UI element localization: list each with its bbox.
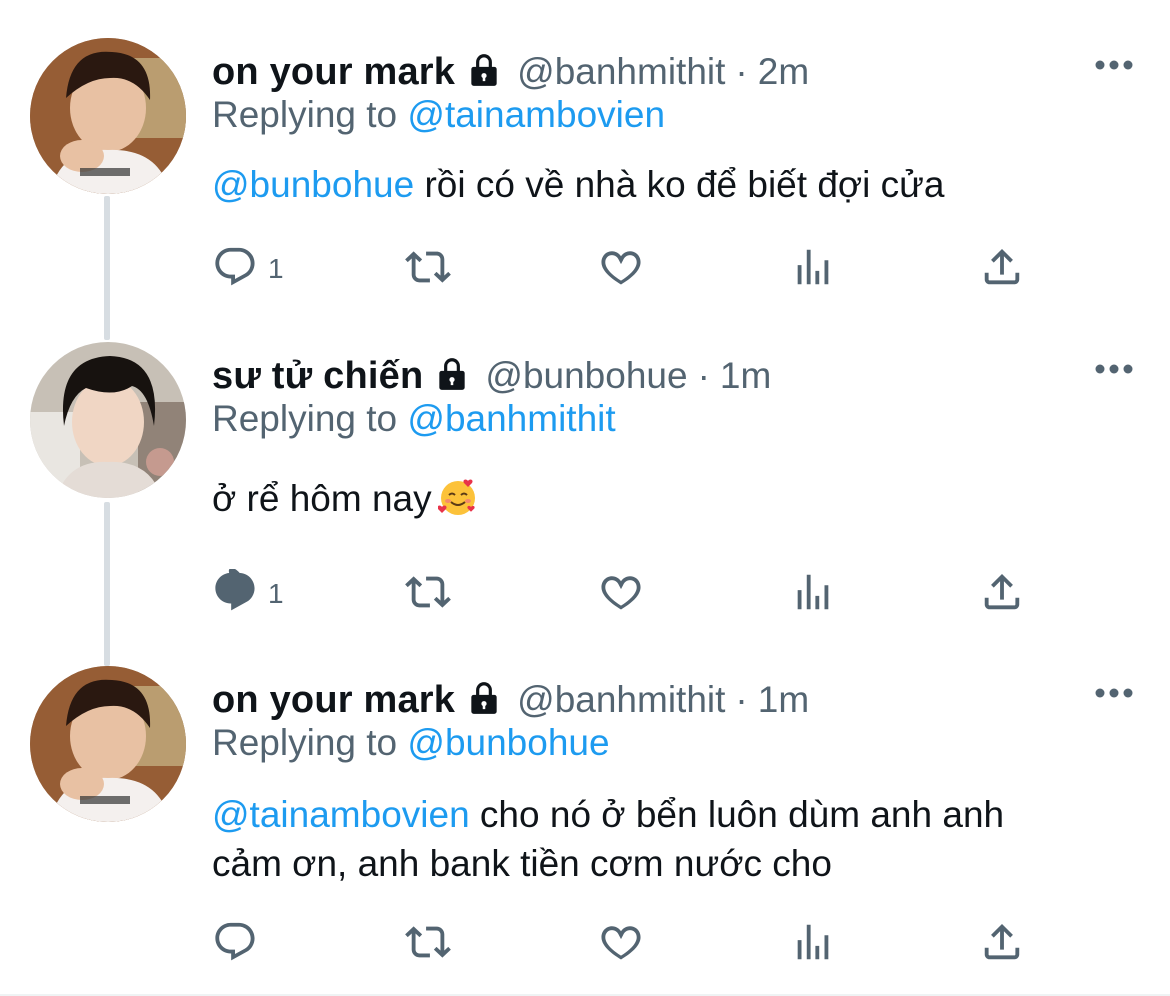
- views-button[interactable]: [790, 914, 836, 974]
- reply-button[interactable]: [212, 914, 268, 974]
- user-handle[interactable]: @bunbohue: [485, 355, 687, 397]
- share-icon: [978, 919, 1026, 970]
- replying-to-mention[interactable]: @tainambovien: [407, 94, 665, 135]
- text-line: @tainambovien cho nó ở bển luôn dùm anh …: [212, 790, 1132, 839]
- replying-to-mention[interactable]: @bunbohue: [407, 722, 609, 763]
- action-bar: [212, 914, 1062, 974]
- tweet[interactable]: on your mark @banhmithit · 2m Replying t…: [0, 38, 1170, 340]
- avatar[interactable]: [30, 342, 186, 498]
- tweet-text: @tainambovien cho nó ở bển luôn dùm anh …: [212, 790, 1132, 888]
- more-dots-icon[interactable]: [1094, 686, 1134, 705]
- separator-dot: ·: [735, 679, 748, 720]
- separator-dot: ·: [735, 51, 748, 92]
- separator-dot: ·: [697, 355, 710, 396]
- heart-icon: [596, 569, 646, 620]
- share-button[interactable]: [978, 564, 1026, 624]
- reply-button[interactable]: 1: [212, 239, 284, 299]
- text-line: cảm ơn, anh bank tiền cơm nước cho: [212, 843, 832, 884]
- timestamp[interactable]: 1m: [720, 355, 771, 397]
- replying-to-label: Replying to: [212, 398, 408, 439]
- user-handle[interactable]: @banhmithit: [517, 679, 725, 721]
- replying-to: Replying to @tainambovien: [212, 94, 665, 136]
- user-handle[interactable]: @banhmithit: [517, 51, 725, 93]
- more-dots-icon[interactable]: [1094, 58, 1134, 77]
- smiling-face-with-hearts-icon: [437, 477, 478, 529]
- tweet[interactable]: sư tử chiến @bunbohue · 1m Replying to @…: [0, 342, 1170, 666]
- reply-button[interactable]: 1: [212, 564, 284, 624]
- analytics-icon: [790, 569, 836, 620]
- reply-count: 1: [268, 578, 284, 609]
- views-button[interactable]: [790, 239, 836, 299]
- reply-icon: [212, 919, 258, 970]
- text-content: rồi có về nhà ko để biết đợi cửa: [414, 164, 945, 205]
- retweet-button[interactable]: [400, 239, 456, 299]
- replying-to: Replying to @banhmithit: [212, 398, 616, 440]
- replying-to-label: Replying to: [212, 722, 408, 763]
- share-icon: [978, 569, 1026, 620]
- heart-icon: [596, 919, 646, 970]
- share-icon: [978, 244, 1026, 295]
- display-name[interactable]: on your mark: [212, 51, 455, 94]
- display-name[interactable]: sư tử chiến: [212, 355, 423, 398]
- action-bar: 1: [212, 239, 1062, 299]
- replying-to-label: Replying to: [212, 94, 408, 135]
- views-button[interactable]: [790, 564, 836, 624]
- reply-icon: [212, 244, 258, 295]
- more-dots-icon[interactable]: [1094, 362, 1134, 381]
- retweet-icon: [400, 919, 456, 970]
- analytics-icon: [790, 919, 836, 970]
- reply-count: 1: [268, 253, 284, 284]
- retweet-icon: [400, 569, 456, 620]
- retweet-button[interactable]: [400, 564, 456, 624]
- reply-icon: [212, 567, 258, 620]
- like-button[interactable]: [596, 239, 646, 299]
- display-name[interactable]: on your mark: [212, 679, 455, 722]
- retweet-icon: [400, 244, 456, 295]
- like-button[interactable]: [596, 564, 646, 624]
- timestamp[interactable]: 1m: [758, 679, 809, 721]
- replying-to-mention[interactable]: @banhmithit: [407, 398, 615, 439]
- retweet-button[interactable]: [400, 914, 456, 974]
- lock-icon: [465, 51, 503, 94]
- analytics-icon: [790, 244, 836, 295]
- avatar[interactable]: [30, 38, 186, 194]
- action-bar: 1: [212, 564, 1062, 624]
- text-mention[interactable]: @tainambovien: [212, 794, 470, 835]
- text-content: cho nó ở bển luôn dùm anh anh: [469, 794, 1005, 835]
- lock-icon: [433, 355, 471, 398]
- heart-icon: [596, 244, 646, 295]
- share-button[interactable]: [978, 239, 1026, 299]
- lock-icon: [465, 679, 503, 722]
- like-button[interactable]: [596, 914, 646, 974]
- tweet-text: ở rể hôm nay: [212, 474, 1132, 529]
- text-content: ở rể hôm nay: [212, 478, 432, 519]
- replying-to: Replying to @bunbohue: [212, 722, 610, 764]
- avatar[interactable]: [30, 666, 186, 822]
- tweet-text: @bunbohue rồi có về nhà ko để biết đợi c…: [212, 160, 1132, 209]
- tweet[interactable]: on your mark @banhmithit · 1m Replying t…: [0, 666, 1170, 996]
- timestamp[interactable]: 2m: [758, 51, 809, 93]
- text-mention[interactable]: @bunbohue: [212, 164, 414, 205]
- share-button[interactable]: [978, 914, 1026, 974]
